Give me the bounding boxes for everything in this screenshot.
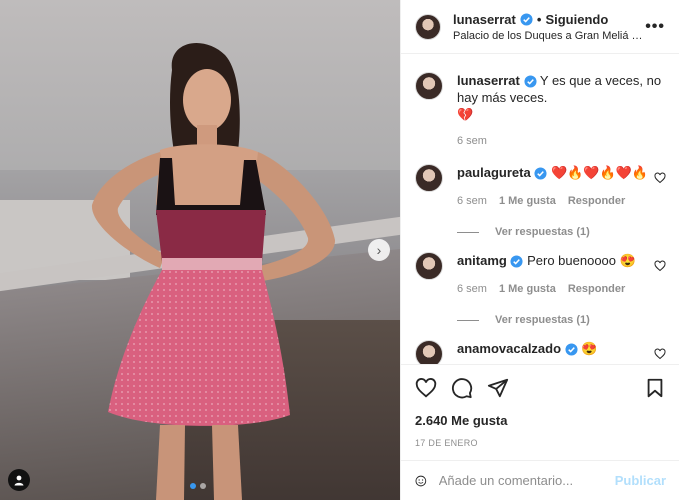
emoji-icon[interactable]	[415, 470, 427, 492]
verified-badge-icon	[510, 255, 524, 268]
verified-badge-icon	[565, 343, 578, 356]
caption-avatar[interactable]	[415, 72, 443, 100]
caption-emoji: 💔	[457, 107, 474, 122]
action-icons	[415, 365, 666, 411]
tagged-users-button[interactable]	[8, 469, 30, 491]
comment-item: paulagureta ❤️🔥❤️🔥❤️🔥 6 sem 1 Me gusta R…	[415, 164, 666, 210]
publish-button[interactable]: Publicar	[615, 473, 666, 488]
view-replies-button[interactable]: Ver respuestas (1)	[457, 314, 666, 326]
post-date[interactable]: 17 DE ENERO	[415, 438, 666, 448]
carousel-next-button[interactable]: ›	[368, 239, 390, 261]
comment-time[interactable]: 6 sem	[457, 281, 487, 298]
replies-line	[457, 231, 479, 233]
comment-text: Pero buenoooo 😍	[527, 253, 636, 268]
author-username[interactable]: lunaserrat	[453, 12, 516, 27]
user-tag-icon	[14, 475, 24, 486]
comment-like-heart-icon[interactable]	[654, 172, 666, 184]
bookmark-icon[interactable]	[644, 377, 666, 399]
comment-like-heart-icon[interactable]	[654, 348, 666, 360]
comment-avatar[interactable]	[415, 164, 443, 192]
heart-icon[interactable]	[415, 377, 437, 399]
more-options-icon[interactable]: •••	[643, 18, 665, 36]
comment-composer: Publicar	[401, 460, 679, 500]
carousel-dot	[200, 483, 206, 489]
comment-item: anitamg Pero buenoooo 😍 6 sem 1 Me gusta…	[415, 252, 666, 298]
reply-button[interactable]: Responder	[568, 281, 625, 298]
post-caption: lunaserrat Y es que a veces, no hay más …	[415, 72, 666, 150]
comment-username[interactable]: anitamg	[457, 253, 507, 268]
comment-avatar[interactable]	[415, 252, 443, 280]
following-button[interactable]: Siguiendo	[545, 12, 608, 27]
comment-username[interactable]: anamovacalzado	[457, 341, 561, 356]
post-header: lunaserrat • Siguiendo Palacio de los Du…	[401, 0, 679, 54]
chevron-right-icon: ›	[376, 242, 382, 258]
comment-like-heart-icon[interactable]	[654, 260, 666, 272]
verified-badge-icon	[520, 12, 533, 26]
caption-time[interactable]: 6 sem	[457, 133, 487, 150]
comment-item: anamovacalzado 😍	[415, 340, 666, 364]
post-location[interactable]: Palacio de los Duques a Gran Meliá …	[453, 30, 643, 42]
comment-text: 😍	[581, 341, 598, 356]
replies-line	[457, 319, 479, 321]
send-icon[interactable]	[487, 377, 509, 399]
comment-text: ❤️🔥❤️🔥❤️🔥	[550, 165, 649, 180]
carousel-dot-active	[190, 483, 196, 489]
likes-count[interactable]: 2.640 Me gusta	[415, 413, 666, 428]
post-photo[interactable]: ›	[0, 0, 400, 500]
verified-badge-icon	[523, 75, 537, 88]
author-avatar[interactable]	[415, 13, 441, 40]
carousel-dots	[190, 483, 206, 489]
comment-icon[interactable]	[451, 377, 473, 399]
view-replies-label: Ver respuestas (1)	[495, 226, 590, 238]
photo-woman-figure	[91, 43, 336, 500]
comment-likes[interactable]: 1 Me gusta	[499, 193, 556, 210]
comment-input[interactable]	[438, 473, 615, 488]
post-side-panel: lunaserrat • Siguiendo Palacio de los Du…	[400, 0, 679, 500]
comment-time[interactable]: 6 sem	[457, 193, 487, 210]
comment-avatar[interactable]	[415, 340, 443, 364]
verified-badge-icon	[534, 167, 547, 180]
header-separator: •	[536, 11, 542, 27]
comment-likes[interactable]: 1 Me gusta	[499, 281, 556, 298]
view-replies-label: Ver respuestas (1)	[495, 314, 590, 326]
view-replies-button[interactable]: Ver respuestas (1)	[457, 226, 666, 238]
comments-list: lunaserrat Y es que a veces, no hay más …	[401, 55, 679, 364]
caption-username[interactable]: lunaserrat	[457, 73, 520, 88]
reply-button[interactable]: Responder	[568, 193, 625, 210]
comment-username[interactable]: paulagureta	[457, 165, 531, 180]
post-actions: 2.640 Me gusta 17 DE ENERO	[401, 364, 679, 448]
